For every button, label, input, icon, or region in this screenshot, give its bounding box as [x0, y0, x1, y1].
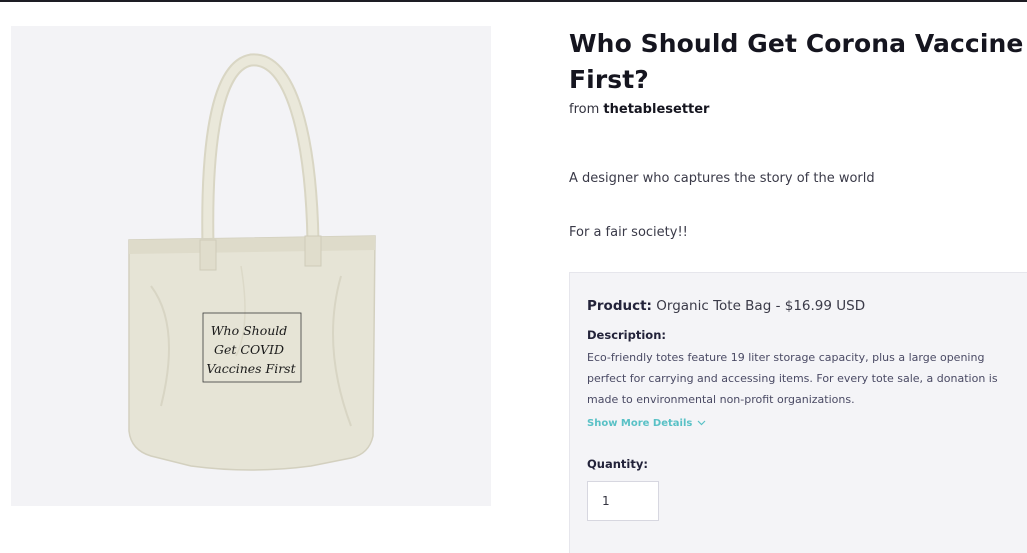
design-line-2: Get COVID	[214, 342, 284, 357]
quantity-input[interactable]	[587, 481, 659, 521]
description-line-1: A designer who captures the story of the…	[569, 171, 875, 186]
quantity-label: Quantity:	[587, 457, 648, 471]
description-label: Description:	[587, 328, 666, 342]
product-label: Product:	[587, 298, 652, 314]
product-image[interactable]: Who Should Get COVID Vaccines First	[11, 26, 491, 506]
show-more-label: Show More Details	[587, 418, 693, 429]
creator-link[interactable]: thetablesetter	[603, 102, 709, 117]
product-title: Who Should Get Corona Vaccine First?	[569, 29, 1024, 94]
description-text: Eco-friendly totes feature 19 liter stor…	[587, 351, 998, 406]
product-info: Who Should Get Corona Vaccine First? fro…	[569, 26, 1027, 117]
top-divider	[0, 0, 1027, 2]
byline-prefix: from	[569, 102, 600, 117]
design-line-3: Vaccines First	[206, 361, 296, 376]
product-details-panel: Product: Organic Tote Bag - $16.99 USD D…	[569, 272, 1027, 553]
byline: from thetablesetter	[569, 102, 1027, 117]
product-line: Product: Organic Tote Bag - $16.99 USD	[587, 298, 1010, 314]
tote-bag-image: Who Should Get COVID Vaccines First	[128, 53, 376, 471]
chevron-down-icon	[697, 418, 706, 429]
description-line-2: For a fair society!!	[569, 225, 688, 240]
design-line-1: Who Should	[211, 323, 288, 338]
product-value: Organic Tote Bag - $16.99 USD	[656, 298, 866, 314]
show-more-details-button[interactable]: Show More Details	[587, 418, 706, 429]
